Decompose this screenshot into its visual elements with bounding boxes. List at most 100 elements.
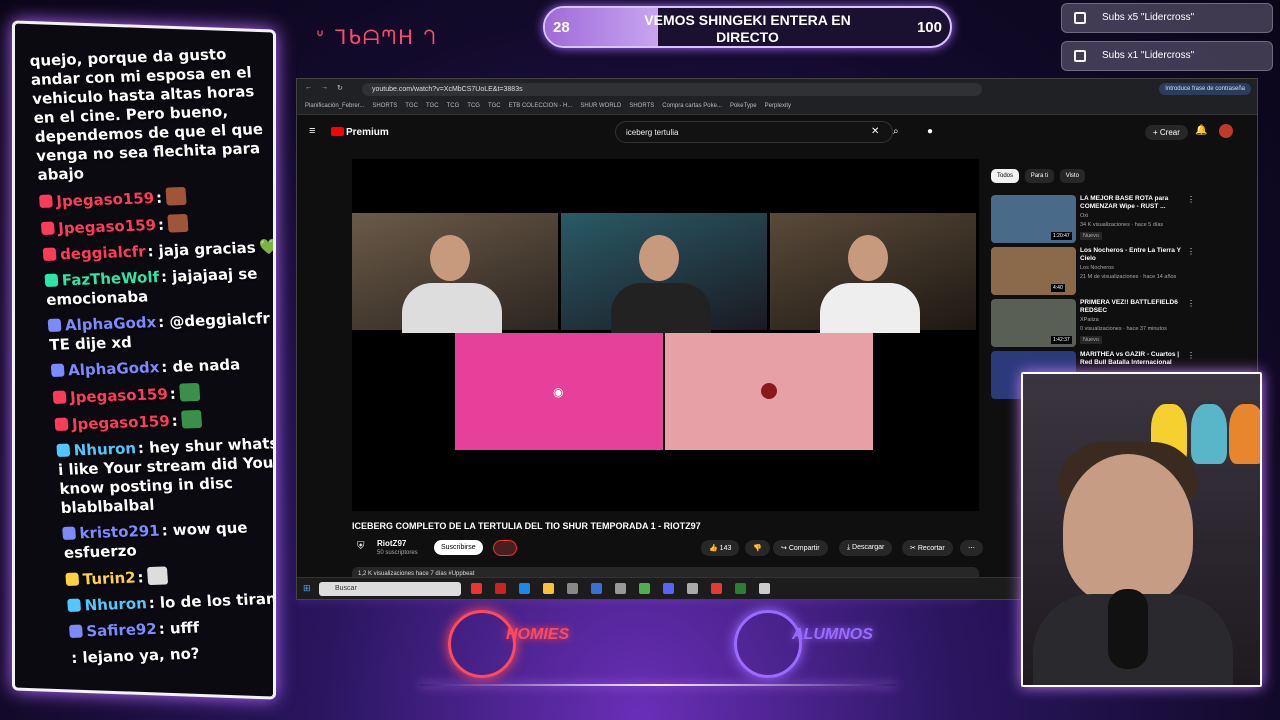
like-button[interactable]: 👍 143 bbox=[701, 540, 740, 556]
join-button[interactable] bbox=[493, 540, 517, 556]
more-options-icon[interactable]: ⋮ bbox=[1187, 195, 1195, 204]
recommended-channel[interactable]: Oxi bbox=[1080, 213, 1088, 219]
camera-feed bbox=[561, 213, 767, 333]
bookmark-item[interactable]: SHUR WORLD bbox=[580, 103, 621, 109]
bookmark-item[interactable]: TCG bbox=[447, 103, 460, 109]
stage-glow-line bbox=[420, 684, 896, 686]
search-icon[interactable]: ⌕ bbox=[893, 126, 899, 137]
chrome-icon[interactable] bbox=[639, 583, 650, 594]
folder-icon[interactable] bbox=[543, 583, 554, 594]
more-options-icon[interactable]: ⋮ bbox=[1187, 247, 1195, 256]
taskbar-search[interactable]: Buscar bbox=[319, 582, 461, 596]
chat-message: Turin2: bbox=[65, 561, 276, 590]
chat-message: FazTheWolf: jajajaaj se emocionaba bbox=[44, 263, 276, 310]
edge-icon[interactable] bbox=[519, 583, 530, 594]
goal-current: 28 bbox=[553, 19, 570, 36]
chat-username[interactable]: Jpegaso159 bbox=[56, 189, 155, 210]
discord-icon[interactable] bbox=[663, 583, 674, 594]
bookmark-item[interactable]: ETB COLECCION - H... bbox=[509, 103, 573, 109]
gift-icon bbox=[1074, 50, 1086, 62]
chat-username[interactable]: Nhuron bbox=[73, 439, 136, 459]
share-button[interactable]: ↪ Compartir bbox=[773, 540, 828, 556]
video-duration: 4:40 bbox=[1051, 284, 1065, 292]
recommended-channel[interactable]: Los Nocheros bbox=[1080, 265, 1114, 271]
menu-icon[interactable]: ≡ bbox=[309, 125, 315, 137]
bookmark-item[interactable]: TGC bbox=[426, 103, 439, 109]
more-options-icon[interactable]: ⋮ bbox=[1187, 299, 1195, 308]
sub-alert: Subs x5 "Lidercross" bbox=[1061, 3, 1273, 33]
bookmark-item[interactable]: PokeType bbox=[730, 103, 757, 109]
forward-icon[interactable]: → bbox=[321, 84, 328, 91]
taskbar-app-icon[interactable] bbox=[687, 583, 698, 594]
windows-start-icon[interactable]: ⊞ bbox=[303, 583, 311, 594]
bookmark-item[interactable]: TCG bbox=[467, 103, 480, 109]
pokeball-icon[interactable] bbox=[711, 583, 722, 594]
taskbar-app-icon[interactable] bbox=[735, 583, 746, 594]
taskbar-app-icon[interactable] bbox=[615, 583, 626, 594]
taskbar-app-icon[interactable] bbox=[471, 583, 482, 594]
create-button[interactable]: + Crear bbox=[1145, 125, 1188, 140]
download-button[interactable]: ⤓ Descargar bbox=[839, 540, 893, 556]
chat-username[interactable]: kristo291 bbox=[79, 522, 160, 543]
dislike-button[interactable]: 👎 bbox=[745, 540, 770, 556]
bookmark-item[interactable]: Compra cartas Poke... bbox=[662, 103, 722, 109]
chip-para-ti[interactable]: Para ti bbox=[1024, 169, 1055, 183]
microphone-icon[interactable]: ● bbox=[927, 126, 933, 137]
chat-username[interactable]: AlphaGodx bbox=[68, 358, 160, 379]
gift-icon bbox=[1074, 12, 1086, 24]
clear-search-icon[interactable]: ✕ bbox=[871, 126, 879, 137]
notifications-icon[interactable]: 🔔 bbox=[1195, 125, 1207, 136]
chat-username[interactable]: Jpegaso159 bbox=[71, 412, 170, 433]
chat-text: : de nada bbox=[160, 355, 241, 377]
chat-text: : bbox=[155, 188, 163, 207]
recommended-title[interactable]: Los Nocheros - Entre La Tierra Y Cielo bbox=[1080, 247, 1190, 263]
bookmark-item[interactable]: SHORTS bbox=[372, 103, 397, 109]
chat-username[interactable]: FazTheWolf bbox=[61, 268, 159, 289]
clip-button[interactable]: ✂ Recortar bbox=[902, 540, 953, 556]
reload-icon[interactable]: ↻ bbox=[337, 84, 343, 92]
youtube-logo[interactable]: Premium bbox=[331, 127, 389, 138]
more-actions-button[interactable]: ⋯ bbox=[960, 540, 983, 556]
bookmark-item[interactable]: Planificación_Febrer... bbox=[305, 103, 364, 109]
recommended-title[interactable]: LA MEJOR BASE ROTA para COMENZAR Wipe - … bbox=[1080, 195, 1190, 211]
taskbar-app-icon[interactable] bbox=[495, 583, 506, 594]
more-options-icon[interactable]: ⋮ bbox=[1187, 351, 1195, 360]
channel-name[interactable]: RiotZ97 bbox=[377, 539, 406, 548]
recommended-video[interactable]: 1:20:47 LA MEJOR BASE ROTA para COMENZAR … bbox=[991, 195, 1241, 245]
taskbar-app-icon[interactable] bbox=[567, 583, 578, 594]
recommended-title[interactable]: MARITHEA vs GAZIR - Cuartos | Red Bull B… bbox=[1080, 351, 1190, 367]
bookmark-item[interactable]: TGC bbox=[405, 103, 418, 109]
bookmark-item[interactable]: SHORTS bbox=[629, 103, 654, 109]
chat-username[interactable]: Jpegaso159 bbox=[58, 216, 157, 237]
password-extension-hint[interactable]: Introduce frase de contraseña bbox=[1159, 83, 1251, 95]
chat-username[interactable]: Nhuron bbox=[84, 594, 147, 614]
channel-avatar[interactable]: ⛨ bbox=[357, 541, 365, 552]
chat-message: AlphaGodx: de nada bbox=[50, 353, 276, 381]
recommendation-chips: Todos Para ti Visto bbox=[991, 169, 1089, 183]
recommended-meta: 0 visualizaciones · hace 37 minutos bbox=[1080, 326, 1167, 332]
recommended-video[interactable]: 4:40 Los Nocheros - Entre La Tierra Y Cie… bbox=[991, 247, 1241, 297]
recommended-channel[interactable]: XPaiiza bbox=[1080, 317, 1099, 323]
video-player[interactable]: ◉ bbox=[352, 159, 979, 511]
youtube-search-input[interactable]: iceberg tertulia bbox=[615, 121, 893, 143]
bookmark-item[interactable]: TGC bbox=[488, 103, 501, 109]
chip-visto[interactable]: Visto bbox=[1059, 169, 1085, 183]
chat-username[interactable]: Jpegaso159 bbox=[69, 385, 168, 406]
url-field[interactable]: youtube.com/watch?v=XcMbCS7UoLE&t=3883s bbox=[362, 83, 982, 96]
taskbar-app-icon[interactable] bbox=[759, 583, 770, 594]
discord-icon: ◉ bbox=[553, 385, 564, 399]
recommended-video[interactable]: 1:42:37 PRIMERA VEZ!! BATTLEFIELD6 REDSEC… bbox=[991, 299, 1241, 349]
subscribe-button[interactable]: Suscribirse bbox=[434, 540, 483, 555]
bookmark-item[interactable]: Perplexity bbox=[765, 103, 791, 109]
chip-todos[interactable]: Todos bbox=[991, 169, 1020, 183]
new-badge: Nuevo bbox=[1080, 336, 1102, 344]
chat-username[interactable]: Safire92 bbox=[86, 620, 158, 640]
chat-username[interactable]: Turin2 bbox=[82, 569, 136, 589]
avatar[interactable] bbox=[1219, 124, 1233, 138]
chat-username[interactable]: AlphaGodx bbox=[64, 313, 156, 334]
recommended-title[interactable]: PRIMERA VEZ!! BATTLEFIELD6 REDSEC bbox=[1080, 299, 1190, 315]
back-icon[interactable]: ← bbox=[305, 84, 312, 91]
chat-text: : lejano ya, no? bbox=[70, 644, 201, 667]
taskbar-app-icon[interactable] bbox=[591, 583, 602, 594]
chat-username[interactable]: deggialcfr bbox=[59, 242, 146, 263]
